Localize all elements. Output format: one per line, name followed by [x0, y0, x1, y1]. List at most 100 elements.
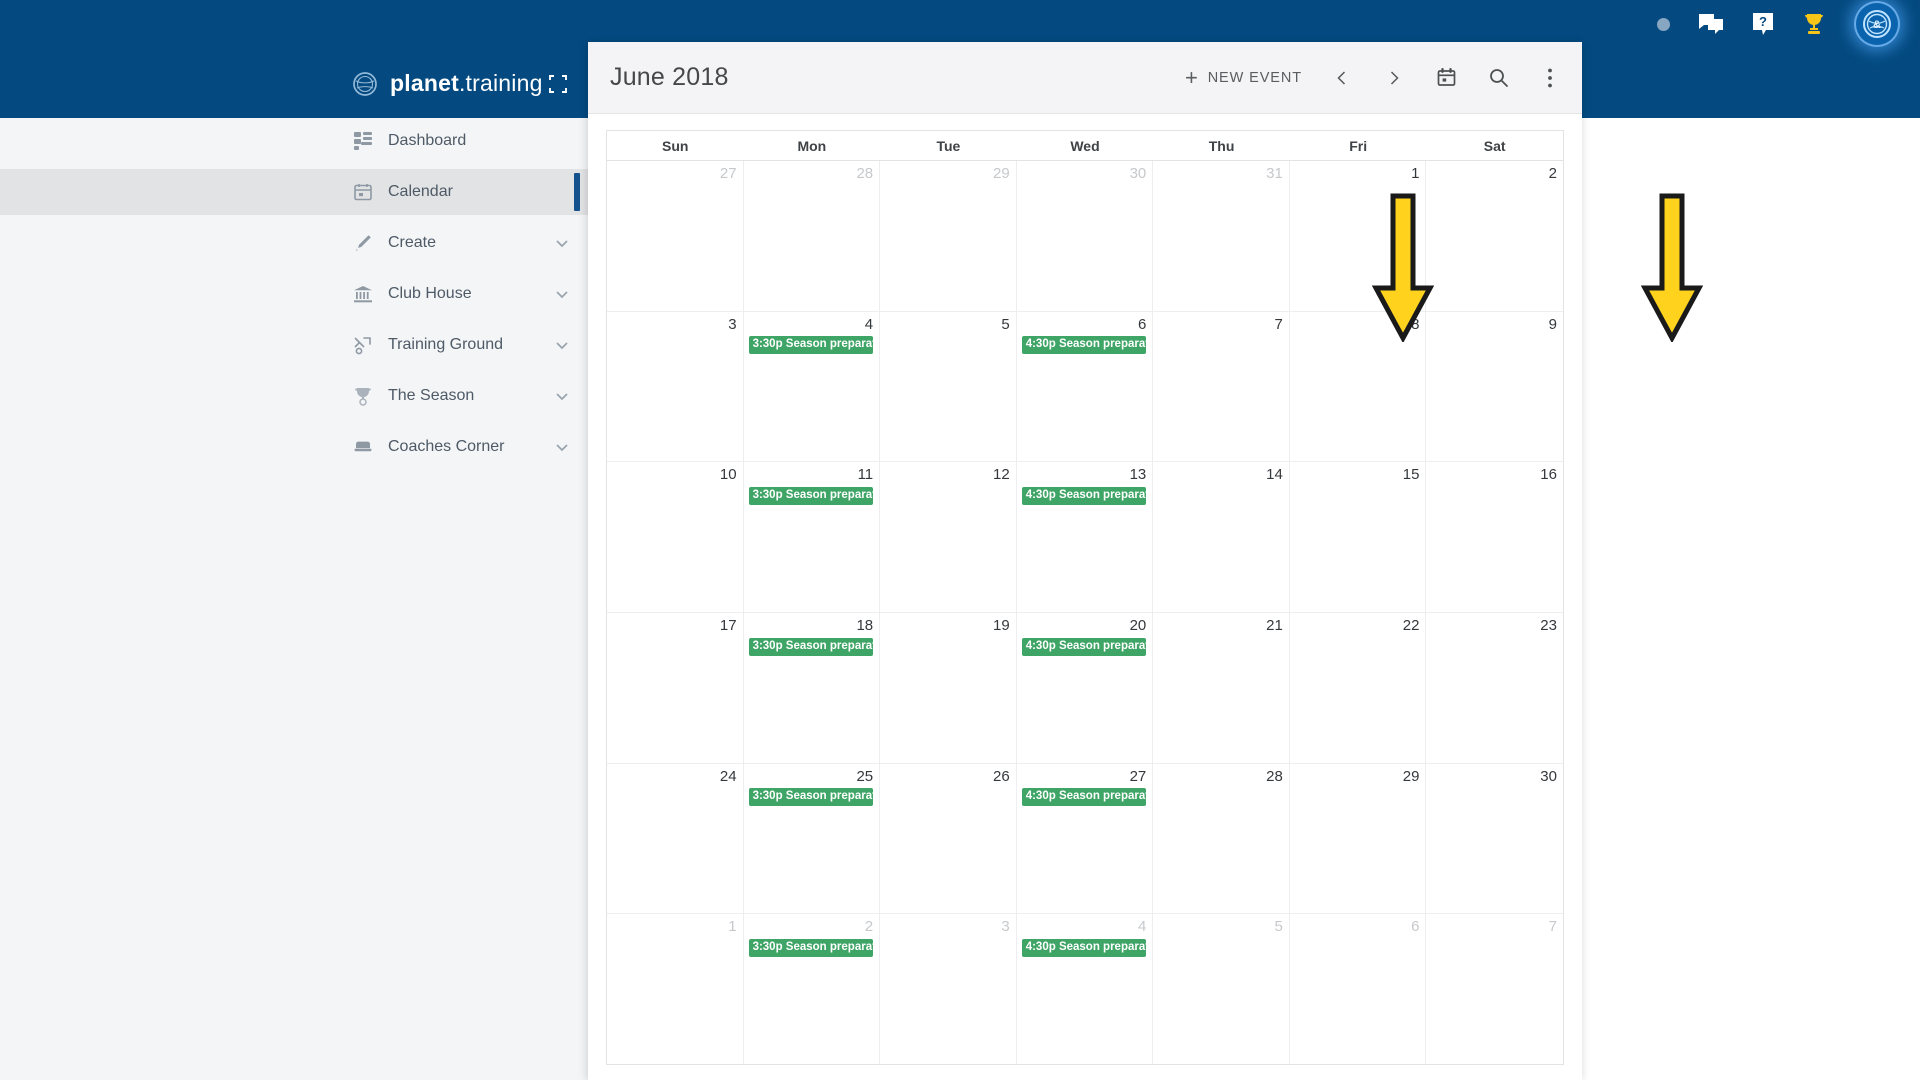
- new-event-button[interactable]: + NEW EVENT: [1171, 61, 1316, 95]
- sidebar-item-club-house[interactable]: Club House: [0, 271, 588, 317]
- event-chip[interactable]: 4:30p Season preparati: [1022, 487, 1147, 505]
- day-cell[interactable]: 1: [607, 914, 744, 1064]
- day-cell[interactable]: 64:30p Season preparati: [1017, 312, 1154, 462]
- help-icon[interactable]: ?: [1752, 12, 1774, 36]
- day-cell[interactable]: 14: [1153, 462, 1290, 612]
- sidebar-item-label: The Season: [388, 387, 474, 405]
- event-chip[interactable]: 3:30p Season preparati: [749, 487, 874, 505]
- day-cell[interactable]: 11 3:30p Season preparati: [744, 462, 881, 612]
- day-number: 19: [885, 618, 1010, 635]
- day-cell[interactable]: 17: [607, 613, 744, 763]
- day-cell[interactable]: 30: [1426, 764, 1563, 914]
- search-icon[interactable]: [1472, 52, 1524, 104]
- event-chip[interactable]: 4:30p Season preparati: [1022, 939, 1147, 957]
- day-cell[interactable]: 274:30p Season preparati: [1017, 764, 1154, 914]
- week-row: 10 11 3:30p Season preparati 12134:30p Seas…: [607, 462, 1563, 613]
- active-item-accent-bar: [574, 173, 580, 211]
- day-cell[interactable]: 253:30p Season preparati: [744, 764, 881, 914]
- chevron-down-icon[interactable]: [555, 338, 569, 352]
- day-cell[interactable]: 23: [1426, 613, 1563, 763]
- day-cell[interactable]: 31: [1153, 161, 1290, 311]
- fullscreen-icon[interactable]: [548, 74, 568, 94]
- day-cell[interactable]: 19: [880, 613, 1017, 763]
- sidebar-item-coaches-corner[interactable]: Coaches Corner: [0, 424, 588, 470]
- chevron-down-icon[interactable]: [555, 236, 569, 250]
- day-cell[interactable]: 5: [880, 312, 1017, 462]
- day-cell[interactable]: 5: [1153, 914, 1290, 1064]
- day-cell[interactable]: 10: [607, 462, 744, 612]
- day-cell[interactable]: 8: [1290, 312, 1427, 462]
- sidebar-item-dashboard[interactable]: Dashboard: [0, 118, 588, 164]
- plus-icon: +: [1185, 67, 1199, 89]
- day-cell[interactable]: 20 4:30p Season preparati: [1017, 613, 1154, 763]
- day-number: 2: [1431, 166, 1557, 183]
- day-cell[interactable]: 23:30p Season preparati: [744, 914, 881, 1064]
- day-cell[interactable]: 30: [1017, 161, 1154, 311]
- day-cell[interactable]: 3: [607, 312, 744, 462]
- brand-name-primary: planet: [390, 70, 459, 96]
- account-logo-badge[interactable]: &: [1854, 1, 1900, 47]
- day-cell[interactable]: 3: [880, 914, 1017, 1064]
- more-vertical-icon[interactable]: [1524, 52, 1576, 104]
- chevron-down-icon[interactable]: [555, 389, 569, 403]
- day-number: 10: [612, 467, 737, 484]
- day-cell[interactable]: 44:30p Season preparati: [1017, 914, 1154, 1064]
- day-number: 11: [749, 467, 874, 484]
- event-chip[interactable]: 4:30p Season preparati: [1022, 638, 1147, 656]
- day-cell[interactable]: 28: [744, 161, 881, 311]
- day-cell[interactable]: 7: [1153, 312, 1290, 462]
- day-number: 24: [612, 769, 737, 786]
- trophy-icon[interactable]: [1802, 12, 1826, 36]
- day-cell[interactable]: 183:30p Season preparati: [744, 613, 881, 763]
- day-number: 3: [612, 317, 737, 334]
- event-chip[interactable]: 3:30p Season preparati: [749, 336, 874, 354]
- day-cell[interactable]: 24: [607, 764, 744, 914]
- prev-month-button[interactable]: [1316, 52, 1368, 104]
- day-cell[interactable]: 16: [1426, 462, 1563, 612]
- day-cell[interactable]: 1: [1290, 161, 1427, 311]
- next-month-button[interactable]: [1368, 52, 1420, 104]
- day-cell[interactable]: 134:30p Season preparati: [1017, 462, 1154, 612]
- day-cell[interactable]: 15: [1290, 462, 1427, 612]
- svg-text:?: ?: [1759, 14, 1767, 29]
- day-cell[interactable]: 26: [880, 764, 1017, 914]
- sidebar: Dashboard Calendar: [0, 118, 588, 1080]
- chevron-down-icon[interactable]: [555, 440, 569, 454]
- sidebar-item-create[interactable]: Create: [0, 220, 588, 266]
- day-cell[interactable]: 9: [1426, 312, 1563, 462]
- day-number: 28: [1158, 769, 1283, 786]
- day-cell[interactable]: 7: [1426, 914, 1563, 1064]
- day-cell[interactable]: 21: [1153, 613, 1290, 763]
- day-cell[interactable]: 2: [1426, 161, 1563, 311]
- event-chip[interactable]: 3:30p Season preparati: [749, 939, 874, 957]
- week-row: 17183:30p Season preparati19 20 4:30p Seas…: [607, 613, 1563, 764]
- top-bar-icon-group: ? &: [1657, 0, 1900, 48]
- day-cell[interactable]: 28: [1153, 764, 1290, 914]
- day-cell[interactable]: 29: [1290, 764, 1427, 914]
- day-number: 21: [1158, 618, 1283, 635]
- day-cell[interactable]: 29: [880, 161, 1017, 311]
- trophy-outline-icon: [352, 385, 374, 407]
- day-cell[interactable]: 12: [880, 462, 1017, 612]
- brand[interactable]: planet.training: [352, 70, 543, 97]
- calendar-month-title: June 2018: [610, 63, 729, 92]
- chat-icon[interactable]: [1698, 13, 1724, 35]
- event-chip[interactable]: 3:30p Season preparati: [749, 638, 874, 656]
- event-chip[interactable]: 4:30p Season preparati: [1022, 788, 1147, 806]
- day-number: 20: [1022, 618, 1147, 635]
- status-dot-icon[interactable]: [1657, 18, 1670, 31]
- day-cell[interactable]: 27: [607, 161, 744, 311]
- day-cell[interactable]: 4 3:30p Season preparati: [744, 312, 881, 462]
- day-number: 4: [749, 317, 874, 334]
- sidebar-item-calendar[interactable]: Calendar: [0, 169, 588, 215]
- sidebar-item-training-ground[interactable]: Training Ground: [0, 322, 588, 368]
- bank-icon: [352, 283, 374, 305]
- sidebar-item-the-season[interactable]: The Season: [0, 373, 588, 419]
- day-of-week-header: Fri: [1290, 131, 1427, 160]
- event-chip[interactable]: 3:30p Season preparati: [749, 788, 874, 806]
- day-cell[interactable]: 22: [1290, 613, 1427, 763]
- day-cell[interactable]: 6: [1290, 914, 1427, 1064]
- datepicker-button[interactable]: [1420, 52, 1472, 104]
- chevron-down-icon[interactable]: [555, 287, 569, 301]
- event-chip[interactable]: 4:30p Season preparati: [1022, 336, 1147, 354]
